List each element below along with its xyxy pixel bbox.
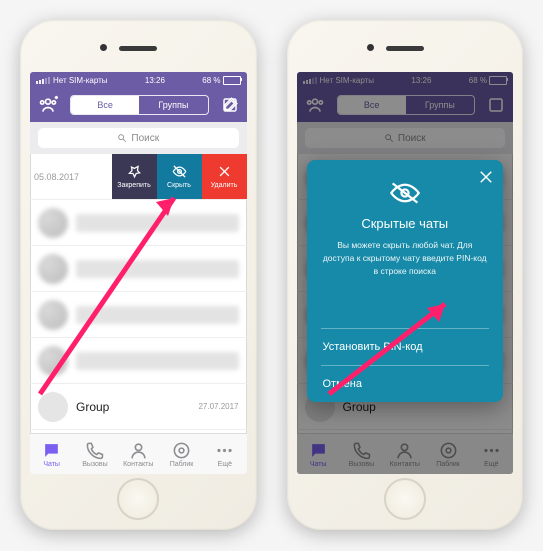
tab-chats-label: Чаты [43, 461, 60, 468]
phone-left: Нет SIM-карты 13:26 68 % Все Группы [20, 20, 257, 530]
phone-icon [85, 441, 104, 460]
chat-preview [76, 214, 239, 232]
tab-bar: Чаты Вызовы Контакты Паблик Ещё [30, 433, 247, 474]
chat-row-group[interactable]: Group 27.07.2017 [30, 384, 247, 430]
signal-icon [36, 77, 50, 84]
search-bar: Поиск [30, 122, 247, 154]
set-pin-button[interactable]: Установить PIN-код [321, 328, 490, 365]
search-input[interactable]: Поиск [38, 128, 239, 148]
seg-all[interactable]: Все [71, 96, 139, 114]
screen-right: Нет SIM-карты 13:26 68 % Все Группы Поис… [297, 72, 514, 474]
search-icon [117, 133, 127, 143]
front-camera [367, 44, 374, 51]
chat-icon [42, 441, 61, 460]
delete-icon [217, 164, 232, 179]
tab-calls[interactable]: Вызовы [73, 434, 116, 474]
tab-contacts[interactable]: Контакты [117, 434, 160, 474]
home-button[interactable] [117, 478, 159, 520]
pin-icon [127, 164, 142, 179]
chat-preview [76, 306, 239, 324]
hide-icon [172, 164, 187, 179]
chat-name: Group [76, 400, 109, 414]
avatar [38, 300, 68, 330]
public-icon [172, 441, 191, 460]
battery-icon [223, 76, 241, 85]
speaker [119, 46, 157, 51]
chat-row[interactable] [30, 246, 247, 292]
tab-public-label: Паблик [170, 461, 194, 468]
modal-body: Вы можете скрыть любой чат. Для доступа … [321, 239, 490, 277]
add-contacts-icon[interactable] [38, 95, 58, 115]
compose-icon[interactable] [221, 96, 239, 114]
avatar [38, 254, 68, 284]
phone-right: Нет SIM-карты 13:26 68 % Все Группы Поис… [287, 20, 524, 530]
swiped-row-date: 05.08.2017 [30, 172, 104, 182]
more-icon [215, 441, 234, 460]
hidden-eye-icon [388, 182, 422, 204]
modal-actions: Установить PIN-код Отмена [321, 328, 490, 402]
delete-label: Удалить [211, 182, 238, 189]
pin-button[interactable]: Закрепить [112, 154, 157, 199]
tab-chats[interactable]: Чаты [30, 434, 73, 474]
chat-preview [76, 352, 239, 370]
tab-contacts-label: Контакты [123, 461, 153, 468]
tab-public[interactable]: Паблик [160, 434, 203, 474]
clock-label: 13:26 [145, 76, 165, 85]
chat-date: 27.07.2017 [198, 402, 238, 411]
tab-more-label: Ещё [218, 461, 232, 468]
delete-button[interactable]: Удалить [202, 154, 247, 199]
segmented-control[interactable]: Все Группы [70, 95, 209, 115]
hide-button[interactable]: Скрыть [157, 154, 202, 199]
chat-row[interactable] [30, 292, 247, 338]
seg-groups[interactable]: Группы [139, 96, 207, 114]
tab-more[interactable]: Ещё [203, 434, 246, 474]
chat-row-swiped[interactable]: 05.08.2017 Закрепить Скрыть Удалить [30, 154, 247, 200]
hide-label: Скрыть [167, 182, 191, 189]
tab-calls-label: Вызовы [82, 461, 107, 468]
pin-label: Закрепить [117, 182, 151, 189]
avatar [38, 208, 68, 238]
swipe-actions: Закрепить Скрыть Удалить [112, 154, 247, 199]
cancel-button[interactable]: Отмена [321, 365, 490, 402]
speaker [386, 46, 424, 51]
avatar [38, 392, 68, 422]
contact-icon [129, 441, 148, 460]
carrier-label: Нет SIM-карты [53, 76, 108, 85]
chat-row[interactable] [30, 338, 247, 384]
chat-preview [76, 260, 239, 278]
chat-row[interactable] [30, 200, 247, 246]
screen-left: Нет SIM-карты 13:26 68 % Все Группы [30, 72, 247, 474]
chat-list[interactable]: 05.08.2017 Закрепить Скрыть Удалить [30, 154, 247, 433]
search-placeholder: Поиск [131, 133, 159, 144]
hidden-chats-modal: Скрытые чаты Вы можете скрыть любой чат.… [307, 160, 504, 402]
modal-title: Скрытые чаты [321, 216, 490, 231]
battery-label: 68 % [202, 76, 220, 85]
home-button[interactable] [384, 478, 426, 520]
close-icon[interactable] [477, 168, 495, 186]
avatar [38, 346, 68, 376]
status-bar: Нет SIM-карты 13:26 68 % [30, 72, 247, 88]
app-header: Все Группы [30, 88, 247, 122]
front-camera [100, 44, 107, 51]
